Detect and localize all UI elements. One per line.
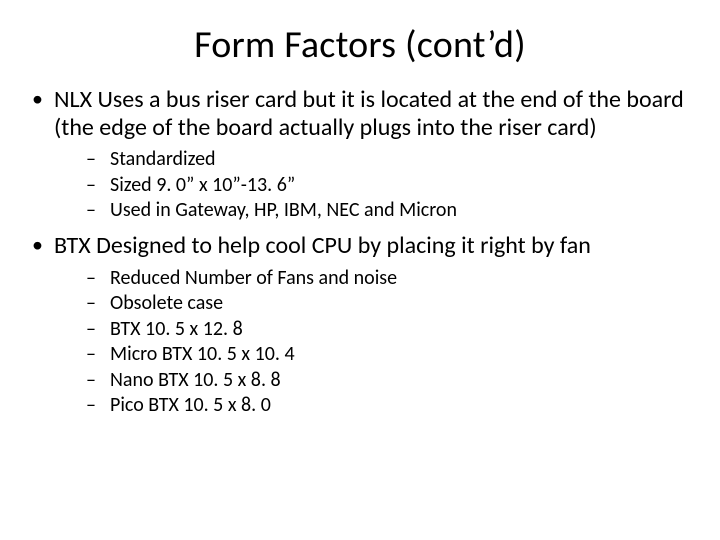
sub-bullet-item: Obsolete case: [54, 291, 692, 315]
sub-bullet-list: Standardized Sized 9. 0” x 10”-13. 6” Us…: [54, 147, 692, 222]
sub-bullet-item: Reduced Number of Fans and noise: [54, 266, 692, 290]
sub-bullet-item: Micro BTX 10. 5 x 10. 4: [54, 342, 692, 366]
sub-bullet-item: BTX 10. 5 x 12. 8: [54, 317, 692, 341]
sub-bullet-item: Used in Gateway, HP, IBM, NEC and Micron: [54, 198, 692, 222]
slide-title: Form Factors (cont’d): [28, 22, 692, 68]
bullet-item: NLX Uses a bus riser card but it is loca…: [28, 86, 692, 222]
bullet-text: BTX Designed to help cool CPU by placing…: [54, 231, 591, 260]
slide: Form Factors (cont’d) NLX Uses a bus ris…: [0, 0, 720, 540]
sub-bullet-list: Reduced Number of Fans and noise Obsolet…: [54, 266, 692, 417]
sub-bullet-item: Pico BTX 10. 5 x 8. 0: [54, 393, 692, 417]
sub-bullet-item: Sized 9. 0” x 10”-13. 6”: [54, 173, 692, 197]
bullet-item: BTX Designed to help cool CPU by placing…: [28, 232, 692, 417]
sub-bullet-item: Nano BTX 10. 5 x 8. 8: [54, 368, 692, 392]
bullet-text: NLX Uses a bus riser card but it is loca…: [54, 85, 684, 142]
bullet-list: NLX Uses a bus riser card but it is loca…: [28, 86, 692, 417]
sub-bullet-item: Standardized: [54, 147, 692, 171]
